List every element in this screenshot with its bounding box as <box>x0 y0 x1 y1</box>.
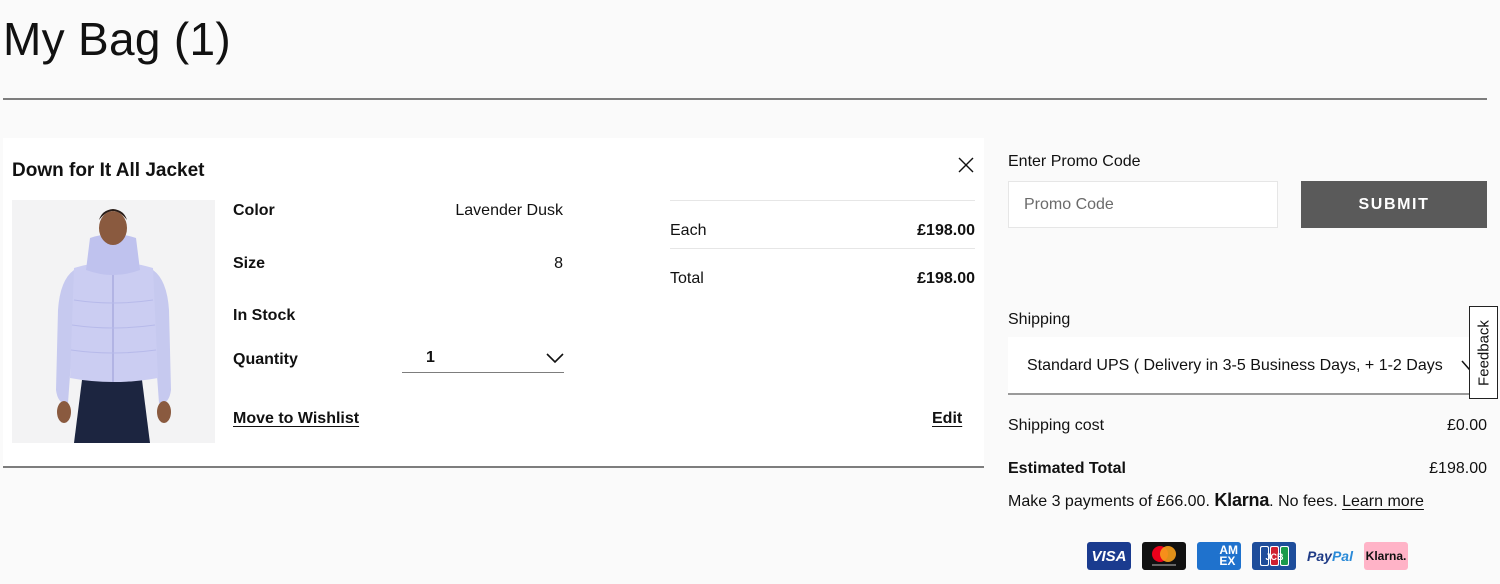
quantity-value: 1 <box>426 349 435 366</box>
klarna-suffix: . No fees. <box>1269 493 1343 510</box>
header-divider <box>3 98 1487 100</box>
promo-code-input[interactable] <box>1008 181 1278 228</box>
payment-methods: VISA AM EX JCB Pay Pal Klarna. <box>1087 542 1408 570</box>
item-name: Down for It All Jacket <box>12 160 205 181</box>
feedback-label: Feedback <box>1475 319 1492 386</box>
amex-icon: AM EX <box>1197 542 1241 570</box>
size-label: Size <box>233 255 266 272</box>
price-label: Total <box>670 269 704 287</box>
feedback-tab[interactable]: Feedback <box>1469 306 1498 399</box>
mastercard-circles <box>1152 546 1176 566</box>
shipping-label: Shipping <box>1008 311 1071 328</box>
chevron-down-icon <box>546 353 564 364</box>
shipping-cost-value: £0.00 <box>1446 417 1487 434</box>
klarna-message: Make 3 payments of £66.00. Klarna. No fe… <box>1008 490 1424 511</box>
estimated-total-value: £198.00 <box>1429 460 1487 477</box>
stock-status: In Stock <box>233 307 296 324</box>
jcb-icon: JCB <box>1252 542 1296 570</box>
svg-text:JCB: JCB <box>1265 552 1284 562</box>
shipping-method-select[interactable]: Standard UPS ( Delivery in 3-5 Business … <box>1008 337 1487 395</box>
page-title: My Bag (1) <box>3 13 231 65</box>
product-image[interactable] <box>12 200 215 443</box>
edit-item-link[interactable]: Edit <box>932 410 962 428</box>
estimated-total-row: Estimated Total £198.00 <box>1008 460 1487 478</box>
shipping-cost-label: Shipping cost <box>1008 417 1105 434</box>
jcb-logo: JCB <box>1260 546 1289 566</box>
price-label: Each <box>670 221 707 239</box>
price-value: £198.00 <box>917 269 975 287</box>
quantity-select[interactable]: 1 <box>402 346 564 373</box>
shipping-method-value: Standard UPS ( Delivery in 3-5 Business … <box>1027 357 1443 374</box>
price-row-each: Each £198.00 <box>670 200 975 248</box>
remove-item-button[interactable] <box>956 155 976 175</box>
color-label: Color <box>233 202 275 219</box>
klarna-prefix: Make 3 payments of £66.00. <box>1008 493 1215 510</box>
move-to-wishlist-link[interactable]: Move to Wishlist <box>233 410 359 428</box>
visa-icon: VISA <box>1087 542 1131 570</box>
shipping-cost-row: Shipping cost £0.00 <box>1008 417 1487 435</box>
paypal-icon: Pay Pal <box>1307 548 1353 564</box>
color-value: Lavender Dusk <box>455 202 563 219</box>
promo-submit-button[interactable]: SUBMIT <box>1301 181 1487 228</box>
klarna-learn-more-link[interactable]: Learn more <box>1342 493 1424 510</box>
price-value: £198.00 <box>917 221 975 239</box>
jacket-illustration <box>12 200 215 443</box>
klarna-logo-text: Klarna <box>1214 490 1270 510</box>
promo-code-label: Enter Promo Code <box>1008 153 1141 170</box>
price-row-total: Total £198.00 <box>670 248 975 296</box>
estimated-total-label: Estimated Total <box>1008 460 1126 477</box>
bag-item-card: Down for It All Jacket Color Lavender Du… <box>3 138 984 468</box>
price-table: Each £198.00 Total £198.00 <box>670 200 975 296</box>
close-icon <box>958 157 974 173</box>
klarna-icon: Klarna. <box>1364 542 1408 570</box>
quantity-label: Quantity <box>233 351 298 368</box>
size-value: 8 <box>554 255 563 272</box>
mastercard-icon <box>1142 542 1186 570</box>
